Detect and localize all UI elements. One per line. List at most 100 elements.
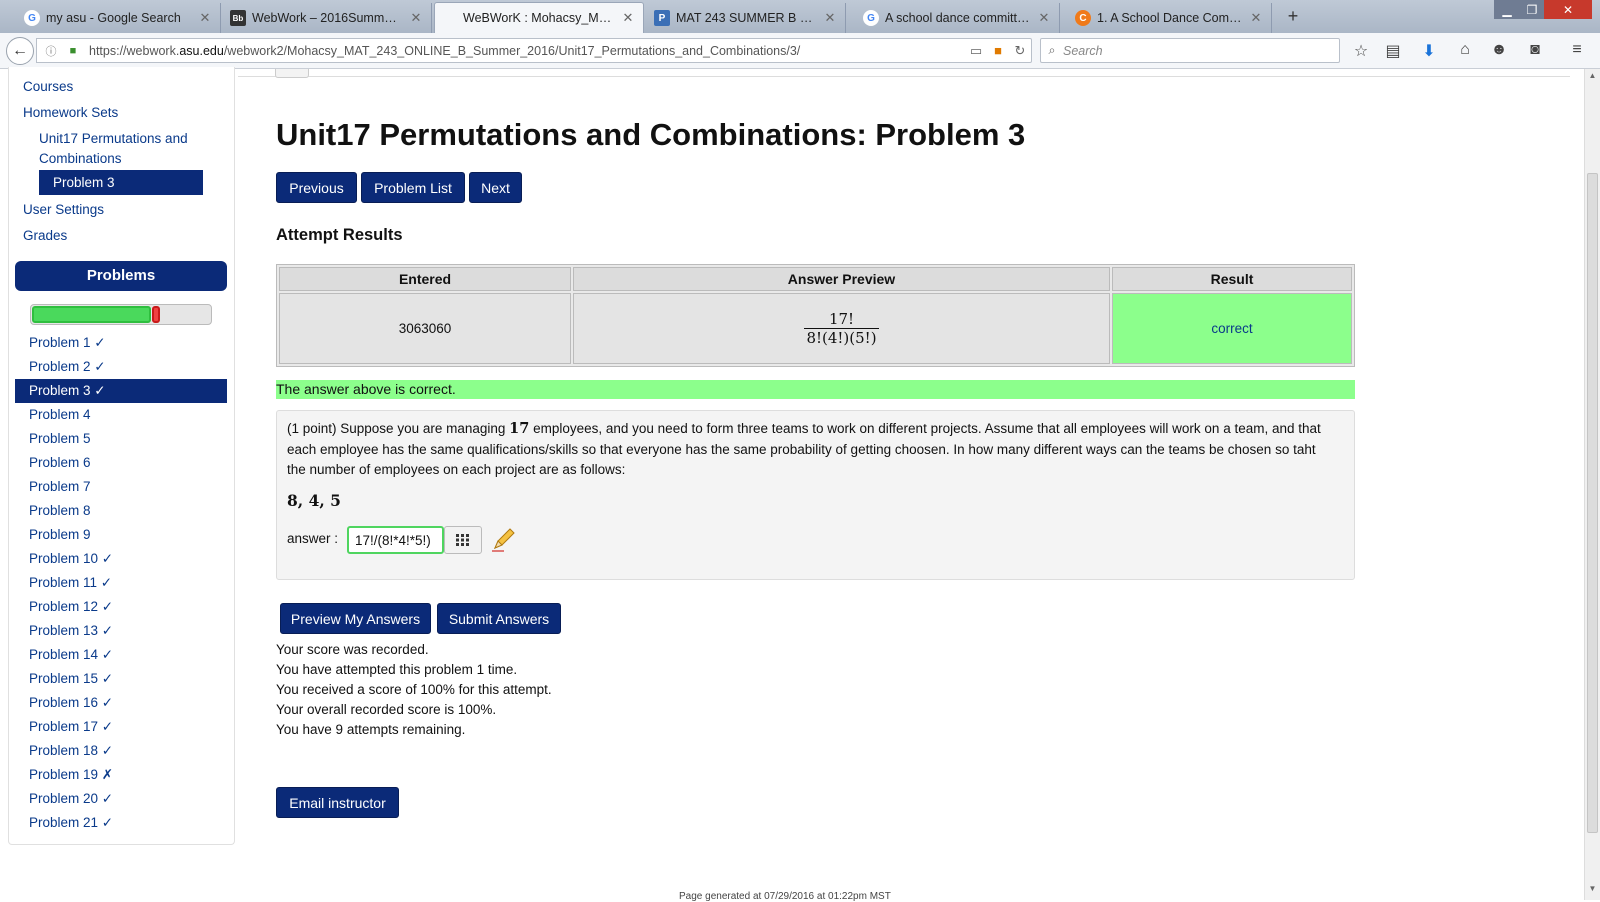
url-bar[interactable]: ⓘ ■ https://webwork.asu.edu/webwork2/Moh…	[36, 38, 1032, 63]
top-divider	[238, 69, 1570, 77]
tab-title: WebWork – 2016SummerB...	[252, 11, 403, 25]
reload-icon[interactable]: ↻	[1009, 43, 1031, 59]
sidebar-link-grades[interactable]: Grades	[23, 228, 67, 243]
bookmark-star-icon[interactable]: ☆	[1350, 41, 1372, 61]
sidebar-problem-item[interactable]: Problem 9	[15, 523, 227, 547]
extension-icon[interactable]: ■	[987, 43, 1009, 58]
piazza-icon: P	[654, 10, 670, 26]
close-window-icon[interactable]: ✕	[1544, 0, 1592, 19]
chat-icon[interactable]: ☻	[1488, 41, 1510, 61]
fraction-numerator: 17!	[804, 310, 879, 329]
browser-tab-active[interactable]: WeBWorK : Mohacsy_MAT... ✕	[434, 2, 644, 33]
close-tab-icon[interactable]: ✕	[198, 10, 212, 26]
email-instructor-button[interactable]: Email instructor	[276, 787, 399, 818]
team-sizes: 8, 4, 5	[287, 491, 341, 510]
column-header: Entered	[279, 267, 571, 291]
page-scrollbar[interactable]: ▲ ▼	[1584, 69, 1600, 900]
sidebar-problem-item[interactable]: Problem 16 ✓	[15, 691, 227, 715]
home-icon[interactable]: ⌂	[1454, 41, 1476, 61]
browser-tab[interactable]: C 1. A School Dance Commit... ✕	[1067, 3, 1272, 33]
tab-title: MAT 243 SUMMER B 2016 (...	[676, 11, 817, 25]
progress-incorrect	[152, 306, 160, 323]
sidebar-problem-item[interactable]: Problem 2 ✓	[15, 355, 227, 379]
sidebar-link-unit17[interactable]: Unit17 Permutations and	[39, 131, 188, 146]
browser-tab[interactable]: G A school dance committee... ✕	[855, 3, 1060, 33]
blackboard-icon: Bb	[230, 10, 246, 26]
entered-value: 3063060	[279, 293, 571, 364]
info-icon[interactable]: ⓘ	[43, 43, 59, 59]
close-tab-icon[interactable]: ✕	[621, 10, 635, 26]
sidebar-problem-item[interactable]: Problem 21 ✓	[15, 811, 227, 835]
close-tab-icon[interactable]: ✕	[1249, 10, 1263, 26]
score-message: Your score was recorded.	[276, 642, 429, 657]
sidebar-problem-item[interactable]: Problem 5	[15, 427, 227, 451]
pocket-icon[interactable]: ◙	[1524, 41, 1546, 61]
close-tab-icon[interactable]: ✕	[823, 10, 837, 26]
sidebar-problem-item[interactable]: Problem 8	[15, 499, 227, 523]
sidebar-problem-item[interactable]: Problem 4	[15, 403, 227, 427]
answer-input[interactable]	[347, 526, 444, 554]
browser-tab[interactable]: Bb WebWork – 2016SummerB... ✕	[222, 3, 432, 33]
sidebar-problem-item[interactable]: Problem 11 ✓	[15, 571, 227, 595]
pencil-icon[interactable]	[490, 527, 516, 553]
problem-box: (1 point) Suppose you are managing 17 em…	[276, 410, 1355, 580]
minimize-icon[interactable]: ▁	[1494, 0, 1520, 19]
score-messages: Your score was recorded. You have attemp…	[276, 640, 552, 740]
sidebar-link-homework-sets[interactable]: Homework Sets	[23, 105, 118, 120]
download-icon[interactable]: ⬇	[1418, 41, 1440, 61]
sidebar-link-unit17-cont[interactable]: Combinations	[39, 151, 122, 166]
browser-tab[interactable]: G my asu - Google Search ✕	[16, 3, 221, 33]
maximize-icon[interactable]: ❐	[1520, 0, 1544, 19]
sidebar-problem-item[interactable]: Problem 19 ✗	[15, 763, 227, 787]
scroll-up-icon[interactable]: ▲	[1585, 71, 1600, 85]
google-icon: G	[24, 10, 40, 26]
sidebar-link-courses[interactable]: Courses	[23, 79, 73, 94]
scroll-down-icon[interactable]: ▼	[1585, 884, 1600, 898]
sidebar-problem-item[interactable]: Problem 13 ✓	[15, 619, 227, 643]
submit-answers-button[interactable]: Submit Answers	[437, 603, 561, 634]
sidebar-link-user-settings[interactable]: User Settings	[23, 202, 104, 217]
tab-title: WeBWorK : Mohacsy_MAT...	[463, 11, 615, 25]
sidebar-problem-item[interactable]: Problem 14 ✓	[15, 643, 227, 667]
reader-view-icon[interactable]: ▭	[965, 43, 987, 59]
result-status: correct	[1112, 293, 1352, 364]
tab-title: 1. A School Dance Commit...	[1097, 11, 1243, 25]
sidebar-problem-item[interactable]: Problem 1 ✓	[15, 331, 227, 355]
chegg-icon: C	[1075, 10, 1091, 26]
fraction-denominator: 8!(4!)(5!)	[806, 329, 877, 347]
equation-editor-button[interactable]	[444, 526, 482, 554]
search-bar[interactable]: ⌕ Search	[1040, 38, 1340, 63]
close-tab-icon[interactable]: ✕	[1037, 10, 1051, 26]
scroll-thumb[interactable]	[1587, 173, 1598, 833]
sidebar-problem-item[interactable]: Problem 3 ✓	[15, 379, 227, 403]
answer-preview: 17! 8!(4!)(5!)	[573, 293, 1110, 364]
sidebar-problem-item[interactable]: Problem 7	[15, 475, 227, 499]
back-arrow-icon[interactable]: ←	[6, 37, 34, 65]
sidebar-problem-item[interactable]: Problem 18 ✓	[15, 739, 227, 763]
correct-banner: The answer above is correct.	[276, 380, 1355, 399]
url-text[interactable]: https://webwork.asu.edu/webwork2/Mohacsy…	[89, 44, 965, 58]
grid-icon	[456, 534, 469, 546]
new-tab-icon[interactable]: +	[1282, 6, 1304, 27]
reading-list-icon[interactable]: ▤	[1382, 41, 1404, 61]
problem-statement: (1 point) Suppose you are managing 17 em…	[287, 420, 1321, 477]
close-tab-icon[interactable]: ✕	[409, 10, 423, 26]
progress-correct	[32, 306, 151, 323]
browser-nav-bar: ← ⓘ ■ https://webwork.asu.edu/webwork2/M…	[0, 33, 1600, 69]
previous-button[interactable]: Previous	[276, 172, 357, 203]
sidebar-link-problem-3-active[interactable]: Problem 3	[39, 170, 203, 195]
preview-answers-button[interactable]: Preview My Answers	[280, 603, 431, 634]
sidebar-problem-item[interactable]: Problem 12 ✓	[15, 595, 227, 619]
sidebar-problem-item[interactable]: Problem 15 ✓	[15, 667, 227, 691]
sidebar-problem-item[interactable]: Problem 20 ✓	[15, 787, 227, 811]
sidebar-problem-item[interactable]: Problem 17 ✓	[15, 715, 227, 739]
problems-header: Problems	[15, 261, 227, 291]
next-button[interactable]: Next	[469, 172, 522, 203]
browser-tab[interactable]: P MAT 243 SUMMER B 2016 (... ✕	[646, 3, 846, 33]
score-message: You have attempted this problem 1 time.	[276, 662, 518, 677]
problem-list-button[interactable]: Problem List	[361, 172, 465, 203]
sidebar-problem-item[interactable]: Problem 6	[15, 451, 227, 475]
menu-icon[interactable]: ≡	[1566, 41, 1588, 61]
lock-icon: ■	[69, 44, 77, 57]
sidebar-problem-item[interactable]: Problem 10 ✓	[15, 547, 227, 571]
